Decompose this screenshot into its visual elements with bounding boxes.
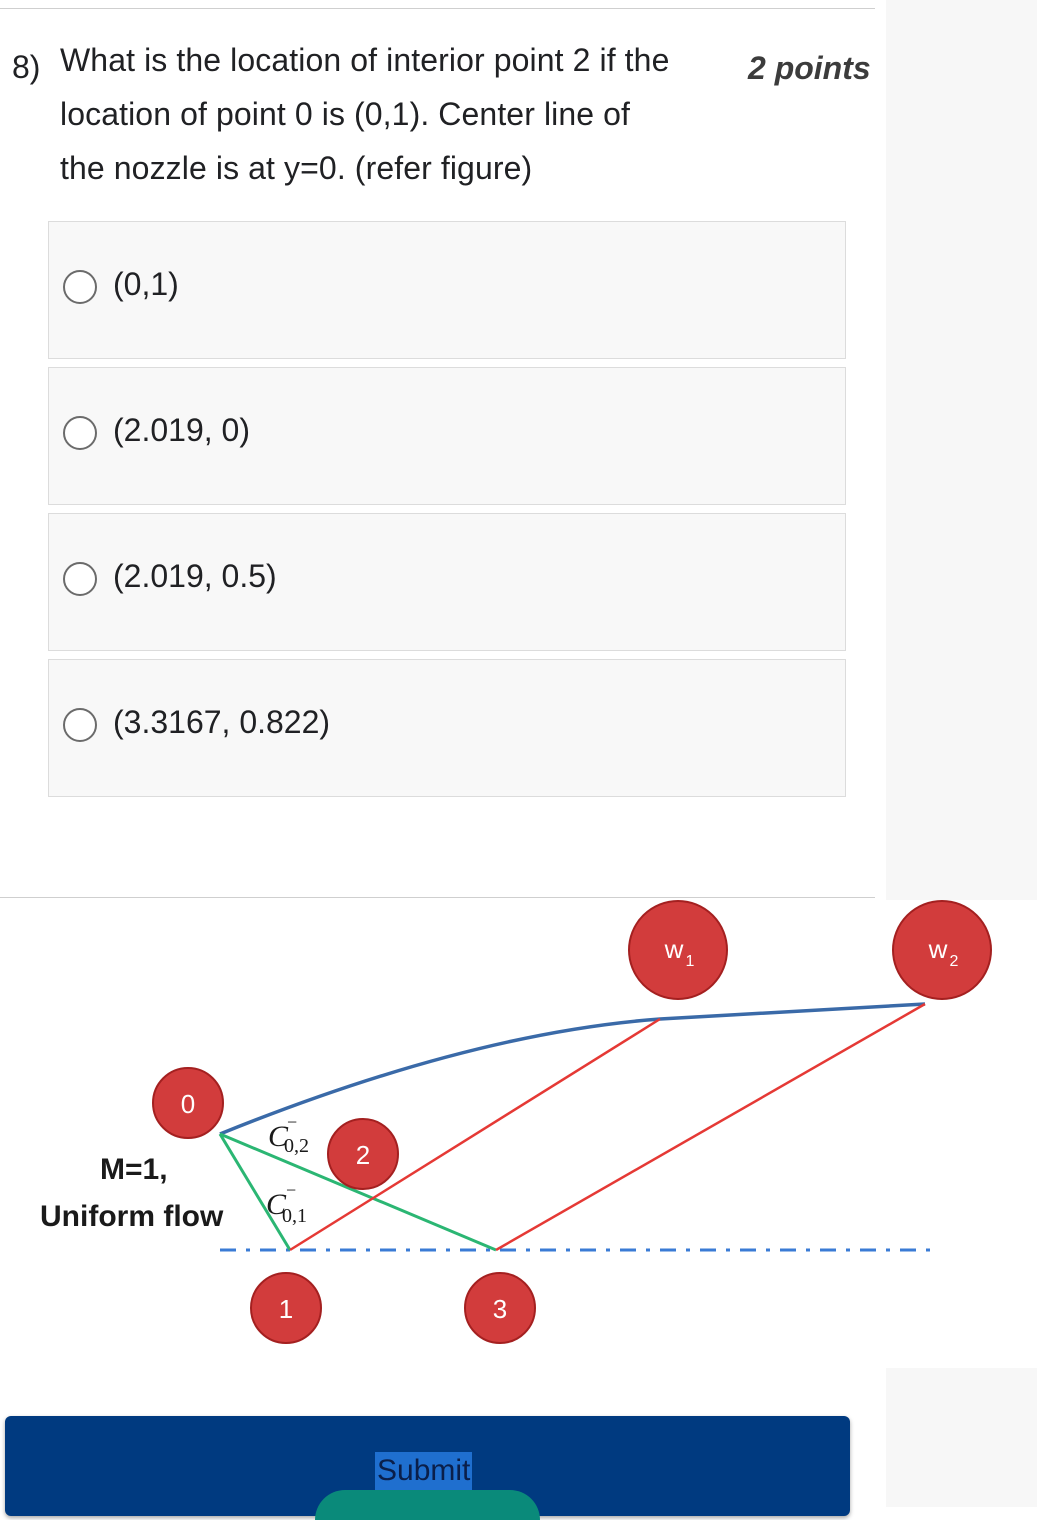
point-3-label: 3: [493, 1294, 507, 1324]
submit-button-label[interactable]: Submit: [375, 1452, 473, 1490]
inflow-label-uniform: Uniform flow: [40, 1200, 224, 1233]
option-label: (0,1): [113, 266, 179, 302]
point-1-marker: 1: [250, 1272, 322, 1344]
question-line-2: location of point 0 is (0,1). Center lin…: [60, 96, 631, 132]
point-0-marker: 0: [152, 1067, 224, 1139]
question-line-3: the nozzle is at y=0. (refer figure): [60, 150, 533, 186]
point-2-marker: 2: [327, 1118, 399, 1190]
point-w1-label: w: [664, 934, 684, 964]
points-label: 2 points: [748, 50, 871, 86]
point-w1-marker: w 1: [628, 900, 728, 1000]
point-0-label: 0: [181, 1089, 195, 1119]
point-w1-subscript: 1: [686, 953, 695, 970]
point-w2-label: w: [928, 934, 948, 964]
option-4[interactable]: (3.3167, 0.822): [48, 659, 846, 797]
point-w2-marker: w 2: [892, 900, 992, 1000]
nozzle-characteristics-figure: M=1, Uniform flow C − 0,2 C − 0,1 0 2 1 …: [40, 900, 992, 1344]
char-label-c02: C − 0,2: [268, 1112, 309, 1157]
char-c02-minus: −: [287, 1112, 297, 1132]
option-2[interactable]: (2.019, 0): [48, 367, 846, 505]
inflow-label-mach: M=1,: [100, 1153, 168, 1186]
radio-button[interactable]: [63, 416, 97, 450]
nozzle-wall: [219, 1002, 926, 1136]
top-divider: [0, 8, 875, 9]
option-1[interactable]: (0,1): [48, 221, 846, 359]
point-3-marker: 3: [464, 1272, 536, 1344]
question-number: 8): [12, 49, 41, 85]
char-label-c01: C − 0,1: [266, 1180, 307, 1227]
submit-decoration: [315, 1490, 540, 1520]
radio-button[interactable]: [63, 562, 97, 596]
char-c01-minus: −: [286, 1180, 296, 1200]
right-gutter-bottom: [886, 1368, 1037, 1507]
right-characteristic-3-w2: [495, 1002, 926, 1252]
right-gutter: [886, 0, 1037, 900]
radio-button[interactable]: [63, 708, 97, 742]
option-label: (2.019, 0.5): [113, 558, 277, 594]
point-1-label: 1: [279, 1294, 293, 1324]
point-w2-subscript: 2: [950, 953, 959, 970]
point-2-label: 2: [356, 1140, 370, 1170]
option-label: (2.019, 0): [113, 412, 250, 448]
question-line-1: What is the location of interior point 2…: [60, 42, 670, 78]
char-c02-subscript: 0,2: [284, 1135, 309, 1157]
question-text: What is the location of interior point 2…: [60, 33, 750, 195]
radio-button[interactable]: [63, 270, 97, 304]
char-c01-subscript: 0,1: [282, 1205, 307, 1227]
option-3[interactable]: (2.019, 0.5): [48, 513, 846, 651]
option-label: (3.3167, 0.822): [113, 704, 331, 740]
